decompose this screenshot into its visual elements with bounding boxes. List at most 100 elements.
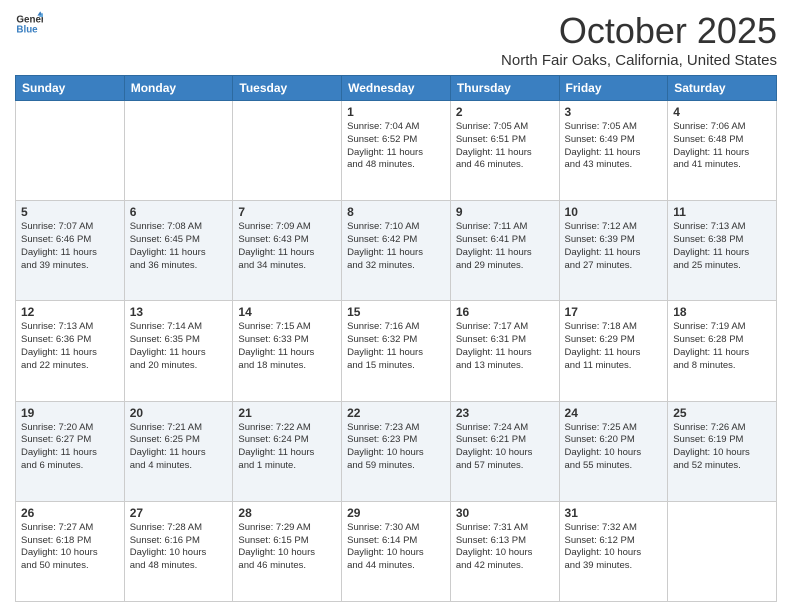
calendar-week-3: 12 Sunrise: 7:13 AM Sunset: 6:36 PM Dayli…: [16, 301, 777, 401]
calendar-cell: [16, 101, 125, 201]
day-info: Sunrise: 7:25 AM Sunset: 6:20 PM Dayligh…: [565, 422, 663, 473]
day-info: Sunrise: 7:05 AM Sunset: 6:51 PM Dayligh…: [456, 121, 554, 172]
calendar-cell: 16 Sunrise: 7:17 AM Sunset: 6:31 PM Dayli…: [450, 301, 559, 401]
day-number: 29: [347, 506, 445, 520]
day-number: 5: [21, 205, 119, 219]
day-info: Sunrise: 7:15 AM Sunset: 6:33 PM Dayligh…: [238, 321, 336, 372]
day-number: 3: [565, 105, 663, 119]
day-number: 2: [456, 105, 554, 119]
calendar-cell: 9Sunrise: 7:11 AM Sunset: 6:41 PM Daylig…: [450, 201, 559, 301]
calendar-cell: 7 Sunrise: 7:09 AM Sunset: 6:43 PM Daylig…: [233, 201, 342, 301]
calendar-cell: 25Sunrise: 7:26 AM Sunset: 6:19 PM Dayli…: [668, 401, 777, 501]
day-info: Sunrise: 7:18 AM Sunset: 6:29 PM Dayligh…: [565, 321, 663, 372]
day-info: Sunrise: 7:27 AM Sunset: 6:18 PM Dayligh…: [21, 522, 119, 573]
svg-text:Blue: Blue: [16, 24, 38, 35]
calendar-week-5: 26 Sunrise: 7:27 AM Sunset: 6:18 PM Dayli…: [16, 501, 777, 601]
calendar-cell: 5 Sunrise: 7:07 AM Sunset: 6:46 PM Daylig…: [16, 201, 125, 301]
day-info: Sunrise: 7:21 AM Sunset: 6:25 PM Dayligh…: [130, 422, 228, 473]
day-number: 7: [238, 205, 336, 219]
title-block: October 2025 North Fair Oaks, California…: [501, 10, 777, 69]
day-number: 20: [130, 406, 228, 420]
calendar-cell: 3 Sunrise: 7:05 AM Sunset: 6:49 PM Daylig…: [559, 101, 668, 201]
day-info: Sunrise: 7:11 AM Sunset: 6:41 PM Dayligh…: [456, 221, 554, 272]
day-number: 22: [347, 406, 445, 420]
day-number: 15: [347, 305, 445, 319]
calendar-cell: 13 Sunrise: 7:14 AM Sunset: 6:35 PM Dayli…: [124, 301, 233, 401]
day-number: 23: [456, 406, 554, 420]
day-number: 30: [456, 506, 554, 520]
day-info: Sunrise: 7:22 AM Sunset: 6:24 PM Dayligh…: [238, 422, 336, 473]
calendar-cell: 28Sunrise: 7:29 AM Sunset: 6:15 PM Dayli…: [233, 501, 342, 601]
day-number: 10: [565, 205, 663, 219]
calendar-cell: 4 Sunrise: 7:06 AM Sunset: 6:48 PM Daylig…: [668, 101, 777, 201]
calendar-cell: [124, 101, 233, 201]
day-header-wednesday: Wednesday: [342, 76, 451, 101]
day-info: Sunrise: 7:04 AM Sunset: 6:52 PM Dayligh…: [347, 121, 445, 172]
calendar-cell: 19 Sunrise: 7:20 AM Sunset: 6:27 PM Dayli…: [16, 401, 125, 501]
day-number: 16: [456, 305, 554, 319]
day-number: 14: [238, 305, 336, 319]
calendar-cell: 29Sunrise: 7:30 AM Sunset: 6:14 PM Dayli…: [342, 501, 451, 601]
day-info: Sunrise: 7:24 AM Sunset: 6:21 PM Dayligh…: [456, 422, 554, 473]
day-number: 4: [673, 105, 771, 119]
calendar-cell: 14 Sunrise: 7:15 AM Sunset: 6:33 PM Dayli…: [233, 301, 342, 401]
day-number: 8: [347, 205, 445, 219]
day-number: 17: [565, 305, 663, 319]
day-info: Sunrise: 7:06 AM Sunset: 6:48 PM Dayligh…: [673, 121, 771, 172]
calendar-header-row: SundayMondayTuesdayWednesdayThursdayFrid…: [16, 76, 777, 101]
day-info: Sunrise: 7:09 AM Sunset: 6:43 PM Dayligh…: [238, 221, 336, 272]
day-number: 26: [21, 506, 119, 520]
day-number: 13: [130, 305, 228, 319]
day-number: 1: [347, 105, 445, 119]
calendar-cell: 31 Sunrise: 7:32 AM Sunset: 6:12 PM Dayli…: [559, 501, 668, 601]
day-number: 6: [130, 205, 228, 219]
day-info: Sunrise: 7:07 AM Sunset: 6:46 PM Dayligh…: [21, 221, 119, 272]
calendar-cell: 21 Sunrise: 7:22 AM Sunset: 6:24 PM Dayli…: [233, 401, 342, 501]
day-info: Sunrise: 7:19 AM Sunset: 6:28 PM Dayligh…: [673, 321, 771, 372]
day-header-sunday: Sunday: [16, 76, 125, 101]
calendar-week-2: 5 Sunrise: 7:07 AM Sunset: 6:46 PM Daylig…: [16, 201, 777, 301]
header: General Blue October 2025 North Fair Oak…: [15, 10, 777, 69]
day-header-thursday: Thursday: [450, 76, 559, 101]
calendar-week-1: 1 Sunrise: 7:04 AM Sunset: 6:52 PM Daylig…: [16, 101, 777, 201]
day-info: Sunrise: 7:32 AM Sunset: 6:12 PM Dayligh…: [565, 522, 663, 573]
day-number: 19: [21, 406, 119, 420]
day-info: Sunrise: 7:05 AM Sunset: 6:49 PM Dayligh…: [565, 121, 663, 172]
calendar-cell: 1 Sunrise: 7:04 AM Sunset: 6:52 PM Daylig…: [342, 101, 451, 201]
calendar-cell: 15 Sunrise: 7:16 AM Sunset: 6:32 PM Dayli…: [342, 301, 451, 401]
day-info: Sunrise: 7:31 AM Sunset: 6:13 PM Dayligh…: [456, 522, 554, 573]
day-header-tuesday: Tuesday: [233, 76, 342, 101]
calendar-cell: 12 Sunrise: 7:13 AM Sunset: 6:36 PM Dayli…: [16, 301, 125, 401]
logo: General Blue: [15, 10, 43, 38]
calendar-cell: 30 Sunrise: 7:31 AM Sunset: 6:13 PM Dayli…: [450, 501, 559, 601]
day-info: Sunrise: 7:08 AM Sunset: 6:45 PM Dayligh…: [130, 221, 228, 272]
day-info: Sunrise: 7:14 AM Sunset: 6:35 PM Dayligh…: [130, 321, 228, 372]
month-title: October 2025: [501, 10, 777, 52]
day-info: Sunrise: 7:17 AM Sunset: 6:31 PM Dayligh…: [456, 321, 554, 372]
day-number: 31: [565, 506, 663, 520]
day-info: Sunrise: 7:12 AM Sunset: 6:39 PM Dayligh…: [565, 221, 663, 272]
logo-icon: General Blue: [15, 10, 43, 38]
day-number: 24: [565, 406, 663, 420]
day-number: 18: [673, 305, 771, 319]
day-number: 21: [238, 406, 336, 420]
day-info: Sunrise: 7:20 AM Sunset: 6:27 PM Dayligh…: [21, 422, 119, 473]
calendar-cell: 24 Sunrise: 7:25 AM Sunset: 6:20 PM Dayli…: [559, 401, 668, 501]
calendar-cell: 20 Sunrise: 7:21 AM Sunset: 6:25 PM Dayli…: [124, 401, 233, 501]
calendar-cell: 6 Sunrise: 7:08 AM Sunset: 6:45 PM Daylig…: [124, 201, 233, 301]
calendar-cell: [233, 101, 342, 201]
calendar-cell: 27Sunrise: 7:28 AM Sunset: 6:16 PM Dayli…: [124, 501, 233, 601]
calendar-cell: 11Sunrise: 7:13 AM Sunset: 6:38 PM Dayli…: [668, 201, 777, 301]
day-info: Sunrise: 7:16 AM Sunset: 6:32 PM Dayligh…: [347, 321, 445, 372]
day-number: 12: [21, 305, 119, 319]
day-number: 11: [673, 205, 771, 219]
calendar-cell: 26 Sunrise: 7:27 AM Sunset: 6:18 PM Dayli…: [16, 501, 125, 601]
day-info: Sunrise: 7:23 AM Sunset: 6:23 PM Dayligh…: [347, 422, 445, 473]
calendar-table: SundayMondayTuesdayWednesdayThursdayFrid…: [15, 75, 777, 602]
day-header-monday: Monday: [124, 76, 233, 101]
day-info: Sunrise: 7:13 AM Sunset: 6:36 PM Dayligh…: [21, 321, 119, 372]
day-info: Sunrise: 7:10 AM Sunset: 6:42 PM Dayligh…: [347, 221, 445, 272]
page: General Blue October 2025 North Fair Oak…: [0, 0, 792, 612]
calendar-cell: 22 Sunrise: 7:23 AM Sunset: 6:23 PM Dayli…: [342, 401, 451, 501]
calendar-cell: 2 Sunrise: 7:05 AM Sunset: 6:51 PM Daylig…: [450, 101, 559, 201]
